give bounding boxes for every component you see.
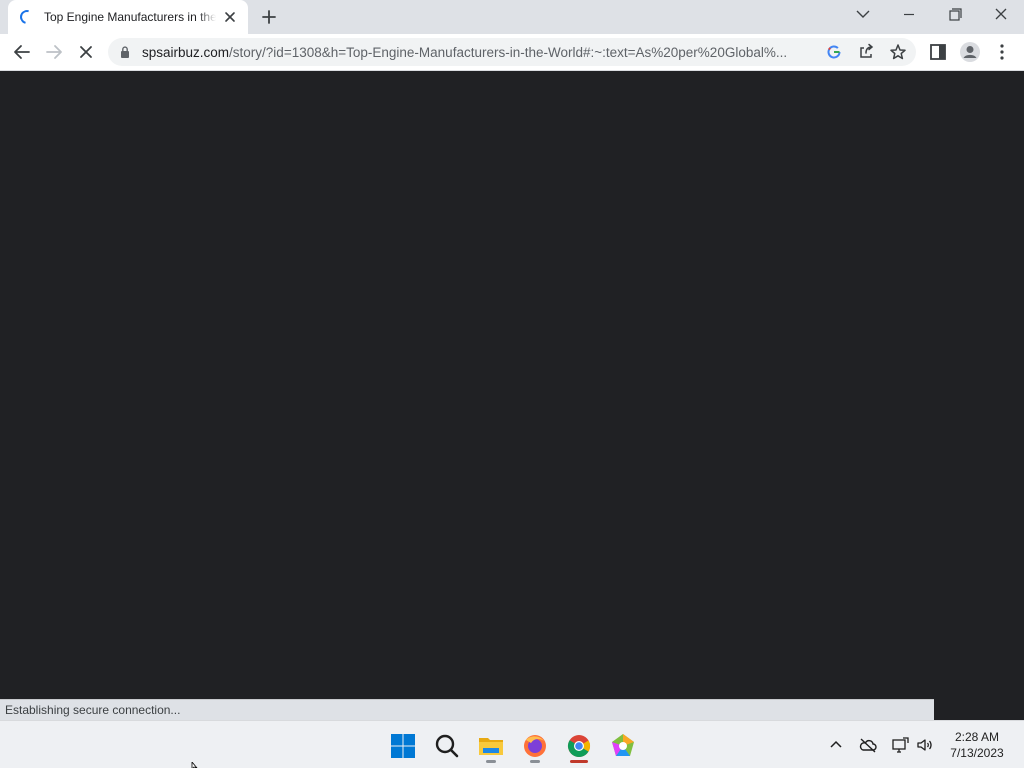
url-host: spsairbuz.com	[142, 45, 230, 60]
tab-strip: Top Engine Manufacturers in the World	[0, 0, 1024, 34]
status-bubble: Establishing secure connection...	[0, 699, 934, 720]
tab-search-button[interactable]	[840, 0, 886, 30]
close-window-button[interactable]	[978, 0, 1024, 30]
clock[interactable]: 2:28 AM 7/13/2023	[940, 729, 1014, 763]
browser-toolbar: spsairbuz.com/story/?id=1308&h=Top-Engin…	[0, 34, 1024, 71]
bookmark-star-icon[interactable]	[888, 42, 908, 62]
taskbar: 2:28 AM 7/13/2023	[0, 720, 1024, 768]
chevron-up-icon[interactable]	[826, 735, 846, 755]
new-tab-button[interactable]	[258, 6, 280, 28]
firefox-icon[interactable]	[518, 729, 552, 763]
paint-3d-icon[interactable]	[606, 729, 640, 763]
minimize-button[interactable]	[886, 0, 932, 30]
close-tab-icon[interactable]	[222, 9, 238, 25]
loading-spinner-icon	[17, 7, 37, 27]
tab-title: Top Engine Manufacturers in the World	[44, 10, 216, 24]
lock-icon[interactable]	[118, 45, 132, 59]
browser-tab[interactable]: Top Engine Manufacturers in the World	[8, 0, 248, 34]
volume-icon[interactable]	[914, 735, 934, 755]
chrome-icon[interactable]	[562, 729, 596, 763]
url-text[interactable]: spsairbuz.com/story/?id=1308&h=Top-Engin…	[142, 45, 822, 61]
back-button[interactable]	[8, 38, 36, 66]
stop-loading-button[interactable]	[72, 38, 100, 66]
restore-button[interactable]	[932, 0, 978, 30]
clock-date: 7/13/2023	[950, 746, 1004, 760]
address-bar[interactable]: spsairbuz.com/story/?id=1308&h=Top-Engin…	[108, 38, 916, 66]
mouse-cursor-icon	[191, 762, 198, 768]
network-icon[interactable]	[890, 735, 910, 755]
onedrive-offline-icon[interactable]	[858, 735, 878, 755]
side-panel-button[interactable]	[924, 38, 952, 66]
share-icon[interactable]	[856, 42, 876, 62]
windows-start-icon[interactable]	[386, 729, 420, 763]
file-explorer-icon[interactable]	[474, 729, 508, 763]
menu-kebab-icon[interactable]	[988, 38, 1016, 66]
search-icon[interactable]	[430, 729, 464, 763]
url-path: /story/?id=1308&h=Top-Engine-Manufacture…	[229, 45, 788, 60]
page-content[interactable]	[0, 71, 1024, 720]
clock-time: 2:28 AM	[954, 730, 1000, 744]
profile-avatar-icon[interactable]	[956, 38, 984, 66]
forward-button[interactable]	[40, 38, 68, 66]
google-translate-icon[interactable]	[824, 42, 844, 62]
